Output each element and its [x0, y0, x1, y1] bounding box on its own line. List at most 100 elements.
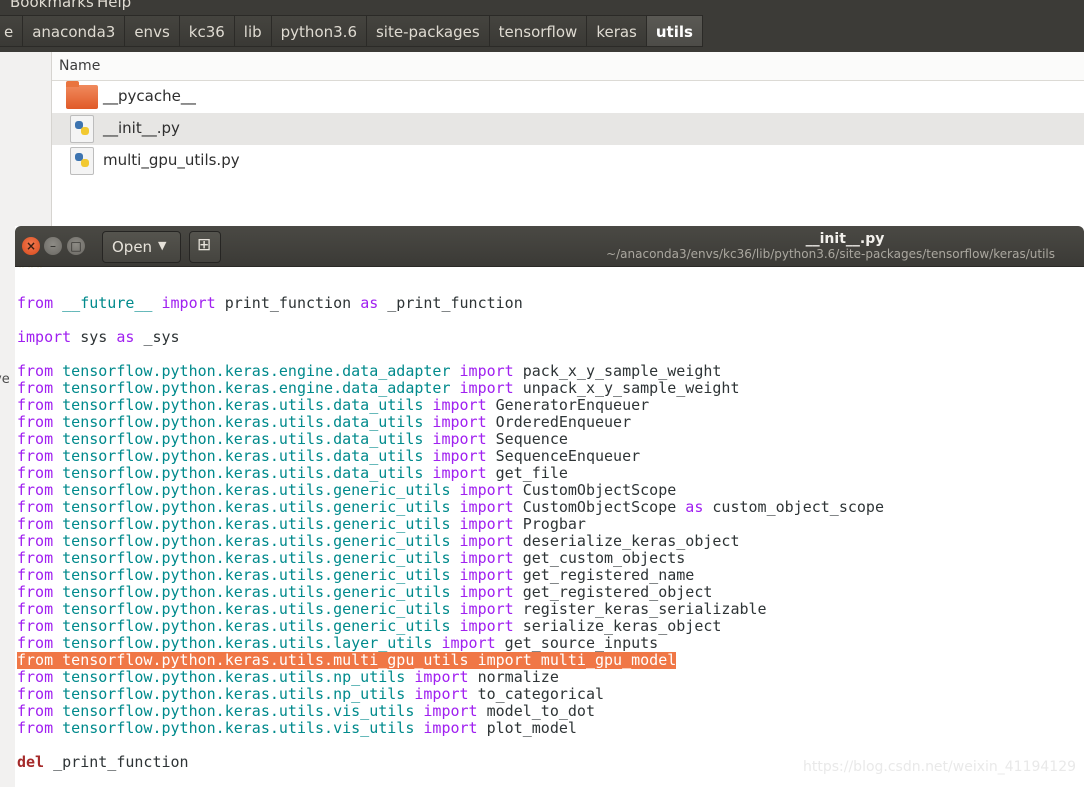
code-line: from tensorflow.python.keras.utils.data_…	[17, 414, 631, 431]
keyword-import: import	[423, 702, 478, 720]
keyword-import: import	[423, 719, 478, 737]
code-line: from tensorflow.python.keras.utils.vis_u…	[17, 720, 577, 737]
keyword-import: import	[459, 600, 514, 618]
keyword-as: as	[116, 328, 135, 346]
imported-name: get_custom_objects	[522, 549, 686, 567]
code-line: from tensorflow.python.keras.utils.gener…	[17, 618, 721, 635]
module-name: tensorflow.python.keras.utils.generic_ut…	[62, 600, 451, 618]
imported-name: OrderedEnqueuer	[495, 413, 632, 431]
code-line: """	[17, 267, 45, 278]
file-row-pycache[interactable]: __pycache__	[52, 81, 1084, 113]
python-file-icon	[70, 115, 94, 143]
keyword-import: import	[459, 617, 514, 635]
module-name: tensorflow.python.keras.engine.data_adap…	[62, 362, 451, 380]
menu-bookmarks[interactable]: Bookmarks	[10, 0, 94, 11]
file-list: Name __pycache__ __init__.py multi_gpu_u…	[52, 52, 1084, 232]
keyword-import: import	[432, 396, 487, 414]
crumb-utils[interactable]: utils	[645, 15, 703, 47]
code-line: from __future__ import print_function as…	[17, 295, 523, 312]
module-name: tensorflow.python.keras.utils.generic_ut…	[62, 617, 451, 635]
imported-name: GeneratorEnqueuer	[495, 396, 650, 414]
keyword-import: import	[432, 464, 487, 482]
keyword-import: import	[459, 362, 514, 380]
keyword-from: from	[17, 379, 54, 397]
crumb-keras[interactable]: keras	[586, 15, 647, 47]
open-button[interactable]: Open ▼	[102, 231, 181, 263]
code-line: from tensorflow.python.keras.utils.data_…	[17, 431, 568, 448]
code-editor[interactable]: """ from __future__ import print_function…	[15, 267, 1084, 787]
imported-name: get_registered_object	[522, 583, 713, 601]
keyword-import: import	[459, 566, 514, 584]
header-bar: × – □ Open ▼ ⊞ __init__.py ~/anaconda3/e…	[15, 226, 1084, 267]
keyword-import: import	[459, 379, 514, 397]
code-line: from tensorflow.python.keras.utils.gener…	[17, 584, 712, 601]
module-name: tensorflow.python.keras.utils.generic_ut…	[62, 566, 451, 584]
imported-name: register_keras_serializable	[522, 600, 767, 618]
module-name: tensorflow.python.keras.utils.layer_util…	[62, 634, 433, 652]
keyword-import: import	[459, 498, 514, 516]
module-name: tensorflow.python.keras.utils.vis_utils	[62, 702, 415, 720]
keyword-import: import	[459, 532, 514, 550]
code-line: from tensorflow.python.keras.utils.gener…	[17, 567, 694, 584]
close-window-button[interactable]: ×	[22, 237, 40, 255]
column-header-name[interactable]: Name	[52, 52, 1084, 81]
keyword-import: import	[459, 481, 514, 499]
top-menubar: Bookmarks Help	[0, 0, 1084, 12]
keyword-from: from	[17, 532, 54, 550]
code-line: from tensorflow.python.keras.utils.data_…	[17, 448, 640, 465]
imported-name: plot_model	[486, 719, 577, 737]
keyword-from: from	[17, 600, 54, 618]
imported-name: model_to_dot	[486, 702, 595, 720]
crumb-python36[interactable]: python3.6	[270, 15, 367, 47]
crumb-anaconda3[interactable]: anaconda3	[22, 15, 126, 47]
minimize-window-button[interactable]: –	[44, 237, 62, 255]
keyword-from: from	[17, 566, 54, 584]
file-row-multi-gpu-utils[interactable]: multi_gpu_utils.py	[52, 145, 1084, 177]
imported-name: to_categorical	[477, 685, 605, 703]
module-name: tensorflow.python.keras.utils.np_utils	[62, 685, 406, 703]
module-name: tensorflow.python.keras.utils.generic_ut…	[62, 532, 451, 550]
file-name: multi_gpu_utils.py	[103, 151, 240, 169]
crumb-tensorflow[interactable]: tensorflow	[488, 15, 588, 47]
keyword-from: from	[17, 583, 54, 601]
imported-name: pack_x_y_sample_weight	[522, 362, 722, 380]
module-name: tensorflow.python.keras.engine.data_adap…	[62, 379, 451, 397]
keyword-import: import	[432, 430, 487, 448]
sidebar-fragment: ve	[0, 372, 10, 387]
crumb-envs[interactable]: envs	[124, 15, 180, 47]
crumb-lib[interactable]: lib	[233, 15, 272, 47]
keyword-from: from	[17, 430, 54, 448]
imported-name: Sequence	[495, 430, 568, 448]
alias-name: _sys	[143, 328, 180, 346]
keyword-as: as	[685, 498, 704, 516]
keyword-from: from	[17, 464, 54, 482]
python-file-icon	[70, 147, 94, 175]
code-line: from tensorflow.python.keras.utils.gener…	[17, 482, 676, 499]
code-line: from tensorflow.python.keras.utils.vis_u…	[17, 703, 595, 720]
module-name: tensorflow.python.keras.utils.data_utils	[62, 447, 424, 465]
keyword-from: from	[17, 719, 54, 737]
imported-name: deserialize_keras_object	[522, 532, 740, 550]
imported-name: SequenceEnqueuer	[495, 447, 641, 465]
keyword-from: from	[17, 549, 54, 567]
keyword-from: from	[17, 481, 54, 499]
new-document-icon: ⊞	[197, 235, 212, 255]
code-line: from tensorflow.python.keras.utils.np_ut…	[17, 686, 604, 703]
file-row-init[interactable]: __init__.py	[52, 113, 1084, 145]
module-name: tensorflow.python.keras.utils.vis_utils	[62, 719, 415, 737]
code-line: from tensorflow.python.keras.utils.gener…	[17, 499, 884, 516]
maximize-window-button[interactable]: □	[67, 237, 85, 255]
keyword-del: del	[17, 753, 45, 771]
menu-help[interactable]: Help	[97, 0, 131, 11]
keyword-import: import	[459, 549, 514, 567]
crumb-site-packages[interactable]: site-packages	[365, 15, 490, 47]
keyword-from: from	[17, 634, 54, 652]
new-tab-button[interactable]: ⊞	[189, 231, 221, 263]
keyword-from: from	[17, 396, 54, 414]
crumb-kc36[interactable]: kc36	[178, 15, 235, 47]
imported-name: normalize	[477, 668, 559, 686]
crumb-home[interactable]: e	[0, 15, 24, 47]
imported-name: Progbar	[522, 515, 586, 533]
places-sidebar	[0, 52, 52, 232]
module-name: tensorflow.python.keras.utils.generic_ut…	[62, 498, 451, 516]
